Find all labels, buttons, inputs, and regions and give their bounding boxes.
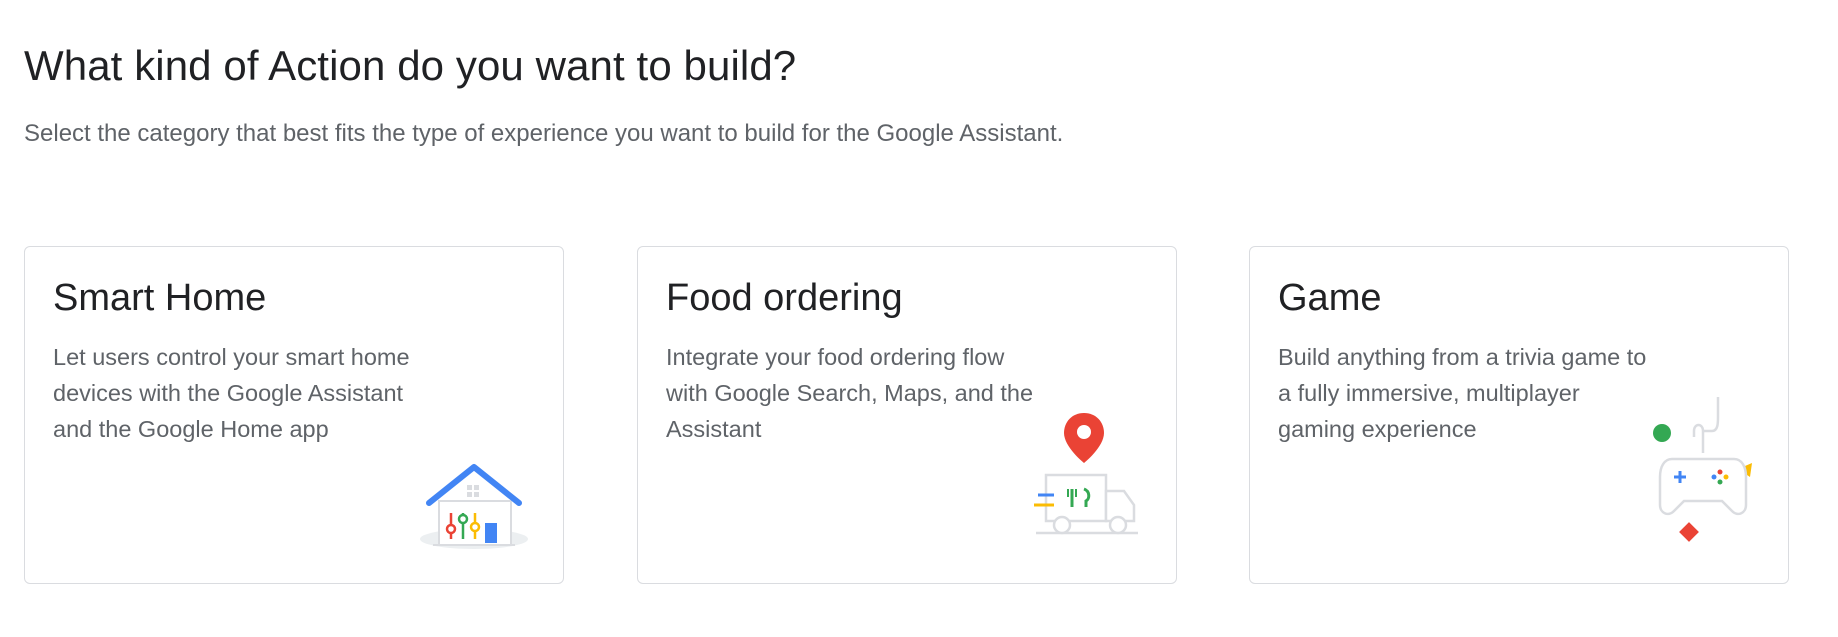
card-description: Let users control your smart home device… bbox=[53, 344, 410, 442]
card-game[interactable]: Game Build anything from a trivia game t… bbox=[1249, 246, 1789, 584]
card-description: Build anything from a trivia game to a f… bbox=[1278, 344, 1647, 442]
game-controller-icon bbox=[1648, 393, 1758, 553]
card-title: Game bbox=[1278, 277, 1382, 319]
card-title: Smart Home bbox=[53, 277, 267, 319]
page-title: What kind of Action do you want to build… bbox=[24, 42, 797, 89]
page-subtitle: Select the category that best fits the t… bbox=[24, 120, 1064, 147]
card-smart-home[interactable]: Smart Home Let users control your smart … bbox=[24, 246, 564, 584]
card-description: Integrate your food ordering flow with G… bbox=[666, 344, 1034, 442]
card-title: Food ordering bbox=[666, 277, 903, 319]
food-delivery-icon bbox=[1032, 409, 1142, 549]
smart-home-icon bbox=[419, 459, 529, 549]
card-food-ordering[interactable]: Food ordering Integrate your food orderi… bbox=[637, 246, 1177, 584]
page: What kind of Action do you want to build… bbox=[0, 0, 1838, 637]
